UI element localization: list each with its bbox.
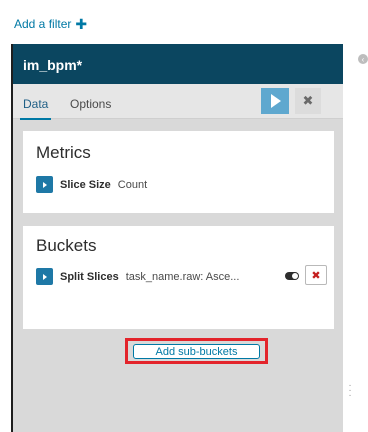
agg-description: Count: [117, 178, 148, 191]
agg-label: Slice Size: [60, 178, 111, 191]
visualization-editor-sidebar: im_bpm* Data Options ✖ Metrics Slice Siz…: [11, 44, 343, 432]
agg-label: Split Slices: [60, 270, 119, 283]
metrics-panel: Metrics Slice Size Count: [23, 131, 334, 213]
collapse-sidebar-icon[interactable]: ‹: [358, 54, 368, 64]
tab-data[interactable]: Data: [19, 97, 52, 120]
metrics-heading: Metrics: [36, 143, 91, 162]
remove-agg-button[interactable]: ✖: [305, 265, 327, 285]
index-pattern-title: im_bpm*: [13, 44, 343, 84]
highlight-annotation: Add sub-buckets: [125, 338, 268, 364]
expand-agg-button[interactable]: [36, 176, 53, 193]
resize-handle[interactable]: · · ·: [347, 381, 353, 401]
toggle-agg-enabled-icon[interactable]: [285, 272, 299, 280]
add-filter-link[interactable]: Add a filter ✚: [14, 17, 87, 31]
add-sub-buckets-button[interactable]: Add sub-buckets: [133, 344, 260, 359]
filter-bar: Add a filter ✚: [0, 0, 368, 44]
close-icon: ✖: [302, 93, 314, 108]
chevron-right-icon: [42, 181, 47, 188]
add-filter-label: Add a filter: [14, 17, 72, 31]
metric-agg-row: Slice Size Count: [36, 176, 147, 193]
agg-description: task_name.raw: Asce...: [125, 270, 240, 283]
add-sub-buckets-label: Add sub-buckets: [155, 345, 238, 358]
buckets-panel: Buckets Split Slices task_name.raw: Asce…: [23, 226, 334, 364]
tab-options[interactable]: Options: [70, 97, 111, 111]
chevron-right-icon: [42, 273, 47, 280]
close-icon: ✖: [311, 269, 321, 282]
buckets-heading: Buckets: [36, 236, 97, 255]
expand-agg-button[interactable]: [36, 268, 53, 285]
play-icon: [271, 94, 281, 108]
bucket-agg-row: Split Slices task_name.raw: Asce...: [36, 268, 239, 285]
plus-icon: ✚: [75, 16, 88, 32]
editor-tabs: Data Options ✖: [13, 84, 343, 120]
apply-changes-button[interactable]: [261, 88, 289, 114]
discard-changes-button[interactable]: ✖: [295, 88, 321, 114]
